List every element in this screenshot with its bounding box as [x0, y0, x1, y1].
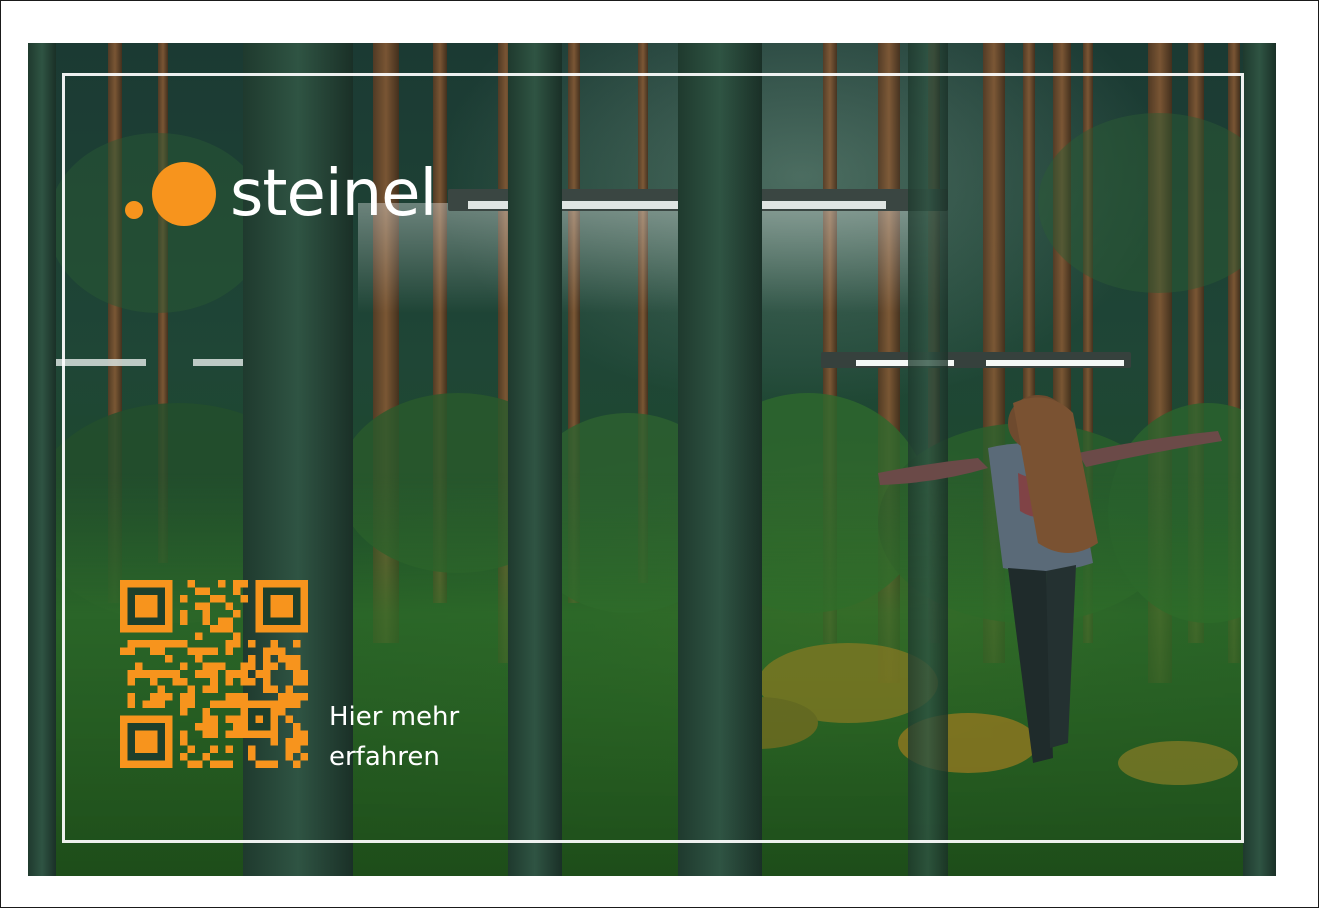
cta-line-1: Hier mehr [329, 702, 460, 732]
cta-line-2: erfahren [329, 742, 440, 772]
call-to-action: Hier mehr erfahren [329, 697, 459, 777]
logo-dots-icon [125, 162, 216, 226]
brand-logo: steinel [124, 154, 437, 234]
brand-name: steinel [230, 157, 437, 231]
qr-code-icon[interactable] [120, 580, 308, 768]
